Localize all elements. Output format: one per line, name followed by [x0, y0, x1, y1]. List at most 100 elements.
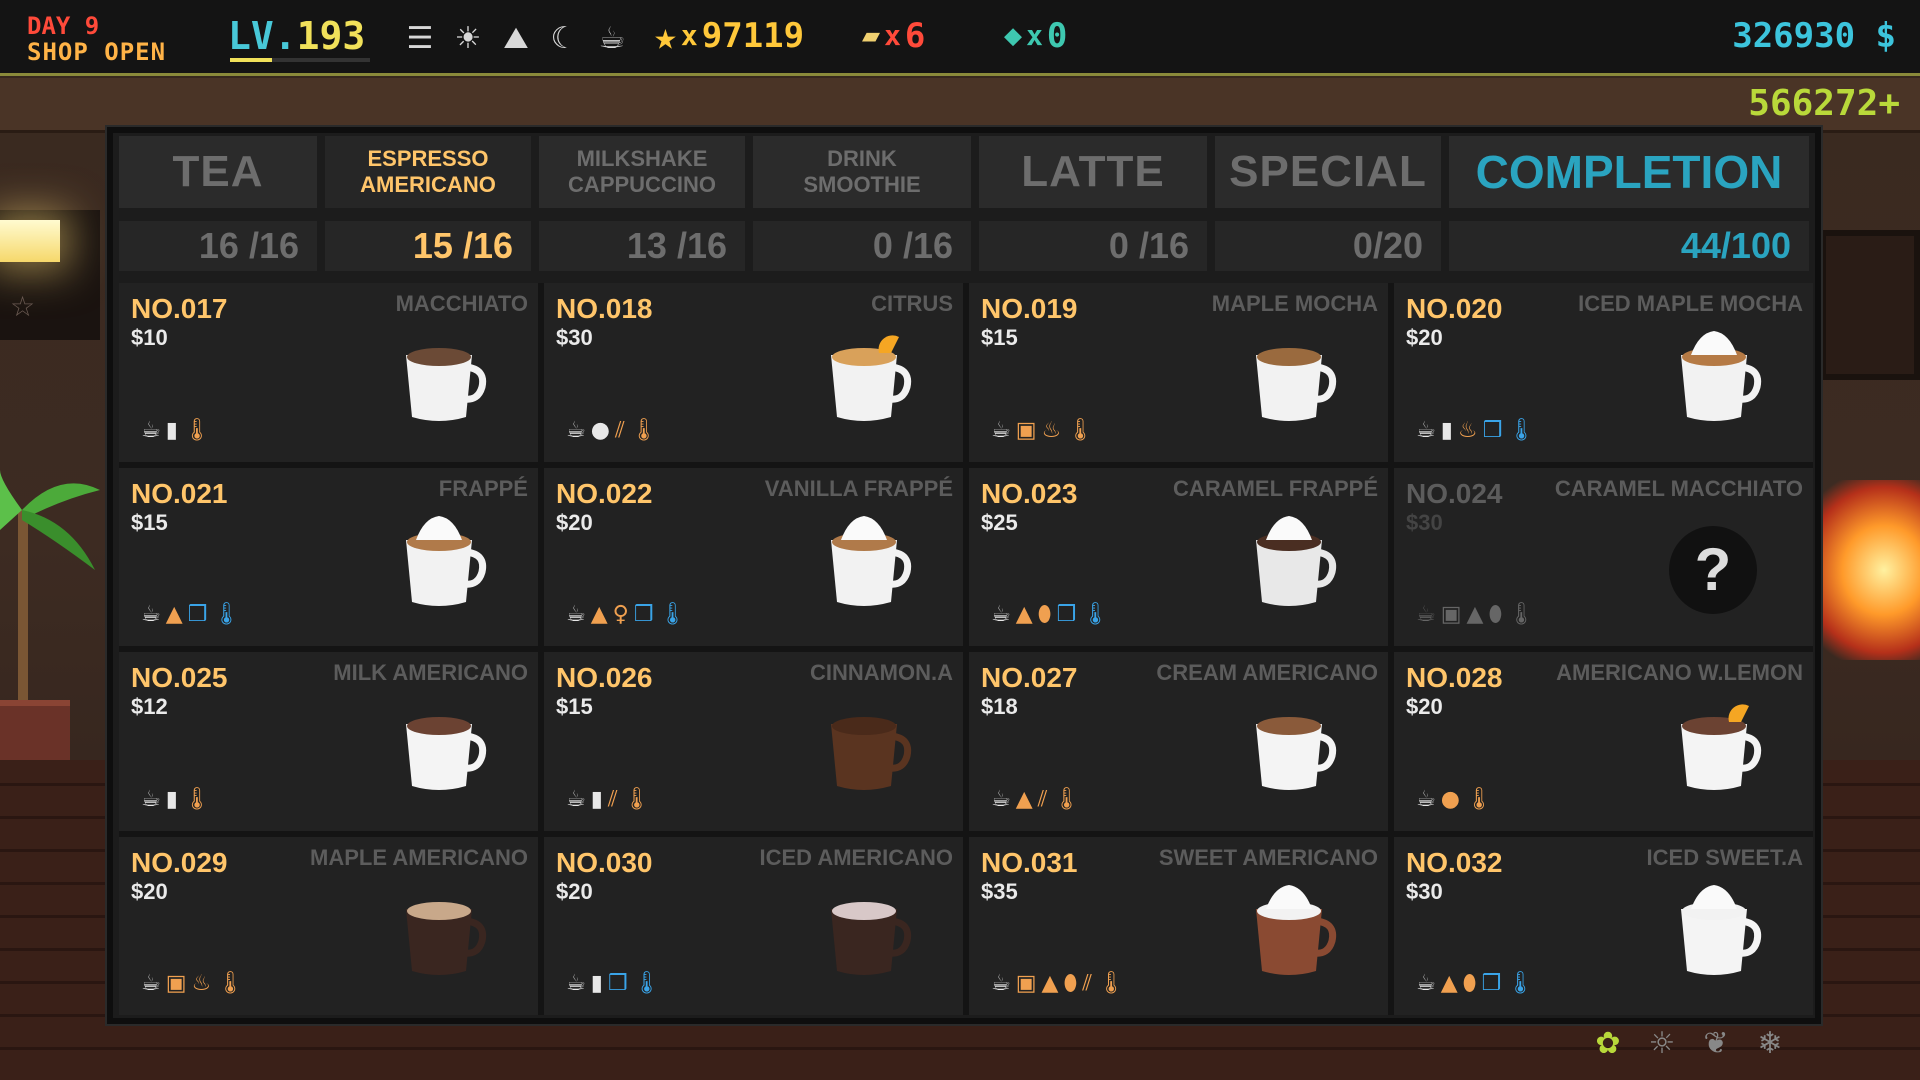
money-display: 326930 $	[1732, 16, 1896, 56]
tab-milkshake-cappuccino[interactable]: MILKSHAKE CAPPUCCINO	[539, 136, 745, 208]
recipe-card[interactable]: NO.032 $30 ICED SWEET.A ☕ ▲ ⬮ ❒ 🌡	[1394, 836, 1813, 1015]
coffee-cup-icon: ☕	[1416, 602, 1436, 627]
star-icon: ★	[654, 14, 677, 58]
recipe-card[interactable]: NO.027 $18 CREAM AMERICANO ☕ ▲ ⫽ 🌡	[969, 652, 1388, 831]
ingredient-list: ☕ ▣ ▲ ⬮ ⫽ 🌡	[991, 971, 1125, 997]
recipe-card[interactable]: NO.023 $25 CARAMEL FRAPPÉ ☕ ▲ ⬮ ❒ 🌡	[969, 467, 1388, 646]
stars-counter: ★ x 97119	[654, 14, 805, 58]
recipe-card[interactable]: NO.031 $35 SWEET AMERICANO ☕ ▣ ▲ ⬮ ⫽ 🌡	[969, 836, 1388, 1015]
drink-illustration	[1244, 696, 1340, 796]
tab-special[interactable]: SPECIAL	[1215, 136, 1441, 208]
ingredient-list: ☕ ▲ ❒ 🌡	[141, 602, 240, 628]
day-label: DAY 9	[27, 12, 100, 40]
cinnamon-stick-icon: ⫽	[1037, 786, 1048, 812]
summer-sun-icon[interactable]: ☼	[1642, 1026, 1682, 1061]
coffee-icon: ☕	[598, 20, 626, 56]
milk-bottle-icon: ▮	[590, 971, 603, 996]
season-icons: ✿ ☼ ❦ ❄	[1588, 1026, 1790, 1061]
hot-thermometer-icon: 🌡	[1464, 786, 1493, 812]
recipe-price: $20	[1406, 325, 1443, 350]
recipe-card[interactable]: NO.021 $15 FRAPPÉ ☕ ▲ ❒ 🌡	[119, 467, 538, 646]
coffee-cup-icon: ☕	[1416, 786, 1436, 812]
caramel-bottle-icon: ⬮	[1037, 602, 1052, 627]
coffee-cup-icon: ☕	[566, 971, 586, 996]
recipe-card[interactable]: NO.029 $20 MAPLE AMERICANO ☕ ▣ ♨ 🌡	[119, 836, 538, 1015]
ingredient-list: ☕ ▲ ⬮ ❒ 🌡	[991, 602, 1109, 628]
recipe-name: SWEET AMERICANO	[1158, 844, 1378, 870]
recipe-name: ICED SWEET.A	[1646, 844, 1803, 870]
ice-cube-icon: ❒	[633, 602, 654, 627]
hot-thermometer-icon: 🌡	[1097, 971, 1126, 996]
count-milkshake-cappuccino: 13 /16	[539, 221, 745, 271]
winter-snowflake-icon[interactable]: ❄	[1750, 1026, 1790, 1061]
maple-syrup-icon: ♨	[1041, 417, 1062, 443]
cold-thermometer-icon: 🌡	[658, 602, 687, 627]
spring-flower-icon[interactable]: ✿	[1588, 1026, 1628, 1061]
cinnamon-stick-icon: ⫽	[1082, 971, 1093, 996]
tab-tea[interactable]: TEA	[119, 136, 317, 208]
tab-espresso-americano[interactable]: ESPRESSO AMERICANO	[325, 136, 531, 208]
recipe-number: NO.023	[981, 477, 1078, 509]
recipe-price: $30	[556, 325, 593, 350]
coffee-cup-icon: ☕	[566, 602, 586, 627]
drink-illustration	[394, 696, 490, 796]
hot-thermometer-icon: 🌡	[1066, 417, 1095, 443]
tab-label: DRINK SMOOTHIE	[803, 146, 921, 197]
hot-thermometer-icon: 🌡	[182, 417, 211, 443]
recipe-card[interactable]: NO.019 $15 MAPLE MOCHA ☕ ▣ ♨ 🌡	[969, 283, 1388, 462]
sugar-pile-icon: ▲	[1015, 786, 1033, 812]
recipe-card[interactable]: NO.020 $20 ICED MAPLE MOCHA ☕ ▮ ♨ ❒ 🌡	[1394, 283, 1813, 462]
tab-label: MILKSHAKE CAPPUCCINO	[568, 146, 716, 197]
drink-illustration	[1244, 327, 1340, 427]
time-of-day-icons: ☰ ☀ ⛰ ☾ ☕	[400, 18, 632, 58]
recipe-card[interactable]: NO.024 $30 CARAMEL MACCHIATO ? ☕ ▣ ▲ ⬮ 🌡	[1394, 467, 1813, 646]
recipe-card[interactable]: NO.030 $20 ICED AMERICANO ☕ ▮ ❒ 🌡	[544, 836, 963, 1015]
wall-lamp	[0, 220, 60, 262]
recipe-number: NO.021	[131, 477, 228, 509]
drink-illustration	[819, 696, 915, 796]
sunrise-icon: ☰	[406, 20, 434, 56]
recipe-number: NO.017	[131, 293, 228, 324]
tab-drink-smoothie[interactable]: DRINK SMOOTHIE	[753, 136, 971, 208]
sugar-pile-icon: ▲	[1440, 971, 1458, 996]
recipe-number: NO.028	[1406, 662, 1503, 693]
autumn-leaf-icon[interactable]: ❦	[1696, 1026, 1736, 1061]
coffee-cup-icon: ☕	[991, 602, 1011, 627]
maple-syrup-icon: ♨	[191, 971, 212, 996]
recipe-card[interactable]: NO.017 $10 MACCHIATO ☕ ▮ 🌡	[119, 283, 538, 462]
ingredient-list: ☕ ▮ 🌡	[141, 418, 211, 444]
coffee-cup-icon: ☕	[141, 786, 161, 812]
level-value: 193	[296, 14, 366, 58]
count-completion: 44/100	[1449, 221, 1809, 271]
recipe-card[interactable]: NO.022 $20 VANILLA FRAPPÉ ☕ ▲ ♀ ❒ 🌡	[544, 467, 963, 646]
sugar-pile-icon: ▲	[590, 602, 608, 627]
recipe-name: MAPLE AMERICANO	[310, 844, 528, 870]
drink-illustration	[819, 512, 915, 612]
cinnamon-stick-icon: ⫽	[607, 786, 618, 812]
nut-icon: ●	[590, 417, 610, 443]
coffee-cup-icon: ☕	[1416, 971, 1436, 996]
moon-icon: ☾	[550, 20, 578, 56]
coffee-cup-icon: ☕	[991, 786, 1011, 812]
ingredient-list: ☕ ▲ ♀ ❒ 🌡	[566, 602, 686, 628]
recipe-card[interactable]: NO.018 $30 CITRUS ☕ ● ⫽ 🌡	[544, 283, 963, 462]
recipe-card[interactable]: NO.028 $20 AMERICANO W.LEMON ☕ ● 🌡	[1394, 652, 1813, 831]
count-special: 0/20	[1215, 221, 1441, 271]
coffee-cup-icon: ☕	[1416, 417, 1436, 443]
level-progress-bar	[230, 58, 370, 62]
level-display: LV.193	[228, 16, 365, 56]
recipe-card[interactable]: NO.026 $15 CINNAMON.A ☕ ▮ ⫽ 🌡	[544, 652, 963, 831]
ice-cube-icon: ❒	[607, 971, 628, 996]
ice-cube-icon: ❒	[1481, 971, 1502, 996]
tab-completion[interactable]: COMPLETION	[1449, 136, 1809, 208]
recipe-number: NO.025	[131, 662, 228, 693]
recipe-number: NO.032	[1406, 846, 1503, 878]
ingredient-list: ☕ ▮ ❒ 🌡	[566, 971, 661, 997]
vanilla-bottle-icon: ♀	[612, 602, 629, 627]
recipe-card[interactable]: NO.025 $12 MILK AMERICANO ☕ ▮ 🌡	[119, 652, 538, 831]
sun-icon: ☀	[454, 20, 482, 56]
cold-thermometer-icon: 🌡	[1507, 417, 1536, 443]
sugar-pile-icon: ▲	[1466, 602, 1484, 627]
recipe-number: NO.029	[131, 846, 228, 878]
tab-latte[interactable]: LATTE	[979, 136, 1207, 208]
